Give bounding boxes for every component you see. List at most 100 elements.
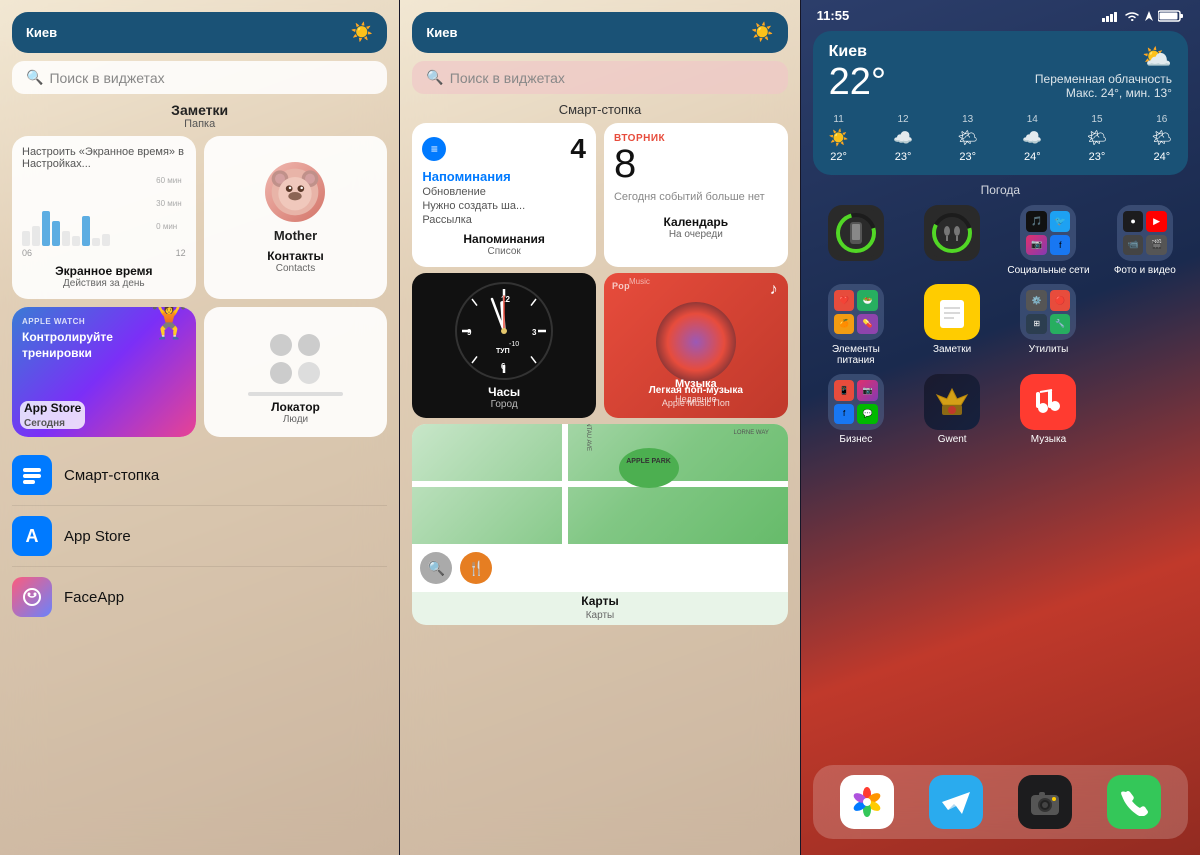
middle-search-placeholder: Поиск в виджетах [450,70,565,86]
music-app-label: Музыка [1031,434,1066,445]
ww-main-icon: ⛅ [1035,43,1172,72]
app-fitness-2[interactable] [909,205,995,276]
maps-search-btn[interactable]: 🔍 [420,552,452,584]
app-row-2: ❤️ 🥗 🍊 💊 Элементы питания За [813,284,1188,366]
app-food-folder[interactable]: ❤️ 🥗 🍊 💊 Элементы питания [813,284,899,366]
analog-clock-svg: 12 3 6 9 ТУП [454,281,554,381]
appstore-illustration: 🏋️ [147,307,192,341]
middle-search-bar[interactable]: 🔍 Поиск в виджетах [412,61,787,94]
maps-card[interactable]: APPLE PARK TANTAU AVE LORNE WAY 🔍 🍴 Карт… [412,424,787,625]
left-panel: Киев ☀️ 🔍 Поиск в виджетах Заметки Папка… [0,0,399,855]
cal-day-num: 8 [614,144,778,184]
food-folder-label: Элементы питания [813,344,899,366]
maps-bg: APPLE PARK TANTAU AVE LORNE WAY [412,424,787,544]
app-fitness-1[interactable] [813,205,899,276]
app-notes[interactable]: Заметки [909,284,995,366]
empty-slot-2 [1102,374,1188,445]
location-icon [1144,10,1154,22]
rem-label: Напоминания [422,232,586,246]
ww-temp: 22° [829,61,886,104]
st-bar [52,221,60,246]
locator-widget[interactable]: Локатор Люди [204,307,388,437]
clock-sublabel: Город [491,399,518,410]
screen-time-widget[interactable]: Настроить «Экранное время» в Настройках.… [12,136,196,299]
locator-dots [270,334,320,384]
maps-food-btn[interactable]: 🍴 [460,552,492,584]
gwent-label: Gwent [938,434,967,445]
smart-stack-section: ≡ 4 Напоминания Обновление Нужно создать… [412,123,787,625]
appstore-widget[interactable]: APPLE WATCH Контролируйте тренировки 🏋️ … [12,307,196,437]
rem-icon: ≡ [422,137,446,161]
rem-sublabel: Список [422,246,586,257]
search-icon-middle: 🔍 [426,69,443,86]
music-card[interactable]: Pop ♪ Music Легкая поп-музыка Apple Musi… [604,273,788,418]
left-city-label: Киев [26,25,57,40]
contacts-widget[interactable]: Mother Контакты Contacts [204,136,388,299]
app-utils-folder[interactable]: ⚙️ 🔴 ⊞ 🔧 Утилиты [1005,284,1091,366]
middle-weather-header: Киев ☀️ [412,12,787,53]
list-item-appstore[interactable]: A App Store [12,506,387,567]
ww-forecast: 11 ☀️ 22° 12 ☁️ 23° 13 🌤 23° 14 ☁️ [829,114,1172,163]
list-item-faceapp-label: FaceApp [64,589,124,606]
notes-folder-sublabel: Папка [0,118,399,130]
music-note-icon: ♪ [770,281,778,299]
dock-telegram[interactable] [929,775,983,829]
appstore-list-icon: A [12,516,52,556]
smart-stack-title: Смарт-стопка [400,102,799,117]
locator-sublabel: Люди [283,414,308,425]
appstore-label: App Store Сегодня [20,401,85,429]
dock-phone[interactable] [1107,775,1161,829]
app-gwent[interactable]: Gwent [909,374,995,445]
status-time: 11:55 [817,8,850,23]
dock [813,765,1188,839]
forecast-day-3: 14 ☁️ 24° [1022,114,1042,163]
list-item-faceapp[interactable]: FaceApp [12,567,387,627]
app-music[interactable]: Музыка [1005,374,1091,445]
gwent-icon [924,374,980,430]
dock-camera[interactable] [1018,775,1072,829]
ww-minmax: Макс. 24°, мин. 13° [1035,86,1172,100]
appstore-content: APPLE WATCH Контролируйте тренировки 🏋️ [12,307,196,371]
st-time-labels: 60 мин 30 мин 0 мин [156,176,182,231]
weather-widget-large[interactable]: Киев 22° ⛅ Переменная облачность Макс. 2… [813,31,1188,175]
utils-folder-label: Утилиты [1029,344,1069,355]
calendar-card[interactable]: ВТОРНИК 8 Сегодня событий больше нет Кал… [604,123,788,267]
dock-photos[interactable] [840,775,894,829]
svg-text:3: 3 [532,328,537,337]
music-label: Музыка [612,378,780,390]
ww-city: Киев [829,43,886,61]
notes-app-icon [924,284,980,340]
notes-app-label: Заметки [933,344,971,355]
svg-text:-10: -10 [509,341,519,348]
forecast-day-4: 15 🌤 23° [1087,114,1107,163]
screen-time-label: Экранное время [22,264,186,278]
list-item-smartstack[interactable]: Смарт-стопка [12,445,387,506]
clock-card[interactable]: 12 3 6 9 ТУП [412,273,596,418]
ww-top: Киев 22° ⛅ Переменная облачность Макс. 2… [829,43,1172,104]
left-search-bar[interactable]: 🔍 Поиск в виджетах [12,61,387,94]
business-folder-icon: 📱 📷 f 💬 [828,374,884,430]
st-bar [22,231,30,246]
app-photo-folder[interactable]: ● ▶ 📹 🎬 Фото и видео [1102,205,1188,276]
social-folder-label: Социальные сети [1007,265,1089,276]
app-social-folder[interactable]: 🎵 🐦 📷 f Социальные сети [1005,205,1091,276]
utils-folder-icon: ⚙️ 🔴 ⊞ 🔧 [1020,284,1076,340]
cal-sublabel: На очереди [614,229,778,240]
contact-avatar [265,162,325,222]
middle-weather-icon: ☀️ [751,22,773,43]
rem-count: 4 [570,133,586,165]
middle-city-label: Киев [426,25,457,40]
reminders-card[interactable]: ≡ 4 Напоминания Обновление Нужно создать… [412,123,596,267]
forecast-day-0: 11 ☀️ 22° [829,114,849,163]
photo-folder-label: Фото и видео [1114,265,1176,276]
st-x-labels: 06 12 [22,248,186,258]
screen-time-chart: 60 мин 30 мин 0 мин [22,176,186,246]
svg-text:6: 6 [501,362,506,371]
empty-slot-1 [1102,284,1188,366]
maps-sublabel: Карты [412,610,787,625]
wifi-icon [1124,10,1140,22]
maps-label: Карты [412,592,787,610]
status-bar: 11:55 [801,0,1200,27]
svg-text:9: 9 [467,328,472,337]
app-business-folder[interactable]: 📱 📷 f 💬 Бизнес [813,374,899,445]
